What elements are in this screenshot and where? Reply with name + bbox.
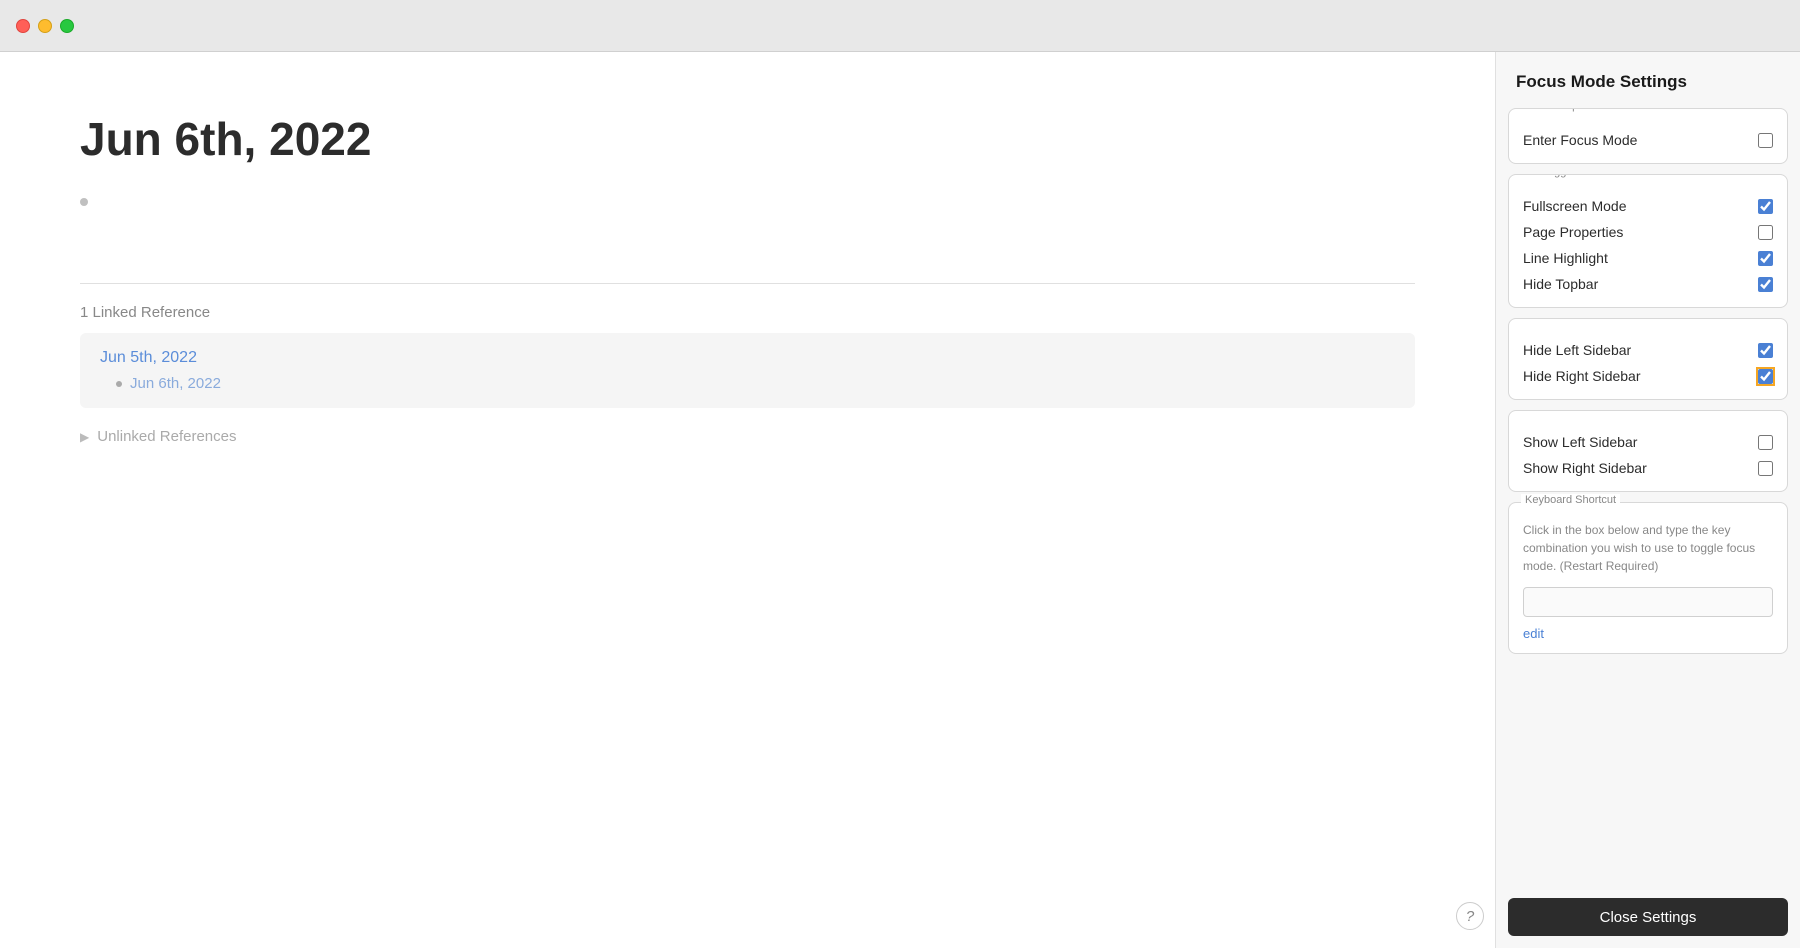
panel-scroll: On Startup Enter Focus Mode On Toggle Fu… <box>1496 108 1800 888</box>
hide-left-sidebar-row: Hide Left Sidebar <box>1523 337 1773 363</box>
titlebar <box>0 0 1800 52</box>
linked-ref-sub-bullet <box>116 381 122 387</box>
on-focus-label: On Focus <box>1521 318 1577 322</box>
hide-right-sidebar-label: Hide Right Sidebar <box>1523 368 1641 384</box>
hide-left-sidebar-label: Hide Left Sidebar <box>1523 342 1631 358</box>
show-right-sidebar-row: Show Right Sidebar <box>1523 455 1773 481</box>
show-right-sidebar-label: Show Right Sidebar <box>1523 460 1647 476</box>
enter-focus-mode-label: Enter Focus Mode <box>1523 132 1637 148</box>
on-toggle-content: Fullscreen Mode Page Properties Line Hig… <box>1509 175 1787 307</box>
fullscreen-mode-checkbox[interactable] <box>1758 199 1773 214</box>
unlinked-references-label: Unlinked References <box>97 428 236 445</box>
linked-references-header: 1 Linked Reference <box>80 283 1415 321</box>
page-properties-label: Page Properties <box>1523 224 1623 240</box>
enter-focus-mode-checkbox[interactable] <box>1758 133 1773 148</box>
show-right-sidebar-checkbox[interactable] <box>1758 461 1773 476</box>
keyboard-shortcut-label: Keyboard Shortcut <box>1521 494 1620 506</box>
help-button[interactable]: ? <box>1456 902 1484 930</box>
on-startup-content: Enter Focus Mode <box>1509 109 1787 163</box>
hide-topbar-row: Hide Topbar <box>1523 271 1773 297</box>
close-window-button[interactable] <box>16 19 30 33</box>
on-toggle-label: On Toggle <box>1521 174 1579 178</box>
on-unfocus-group: On Unfocus Show Left Sidebar Show Right … <box>1508 410 1788 492</box>
keyboard-description: Click in the box below and type the key … <box>1523 521 1773 575</box>
keyboard-content: Click in the box below and type the key … <box>1509 503 1787 653</box>
right-panel: Focus Mode Settings On Startup Enter Foc… <box>1495 52 1800 948</box>
minimize-window-button[interactable] <box>38 19 52 33</box>
show-left-sidebar-label: Show Left Sidebar <box>1523 434 1637 450</box>
on-focus-content: Hide Left Sidebar Hide Right Sidebar <box>1509 319 1787 399</box>
keyboard-shortcut-group: Keyboard Shortcut Click in the box below… <box>1508 502 1788 654</box>
unlinked-references-header[interactable]: ▶ Unlinked References <box>80 428 1415 445</box>
chevron-right-icon: ▶ <box>80 430 89 444</box>
references-section: 1 Linked Reference Jun 5th, 2022 Jun 6th… <box>80 283 1415 445</box>
page-properties-row: Page Properties <box>1523 219 1773 245</box>
traffic-lights <box>16 19 74 33</box>
page-properties-checkbox[interactable] <box>1758 225 1773 240</box>
on-unfocus-content: Show Left Sidebar Show Right Sidebar <box>1509 411 1787 491</box>
show-left-sidebar-checkbox[interactable] <box>1758 435 1773 450</box>
linked-ref-title[interactable]: Jun 5th, 2022 <box>100 349 1395 367</box>
line-highlight-checkbox[interactable] <box>1758 251 1773 266</box>
app-body: Jun 6th, 2022 1 Linked Reference Jun 5th… <box>0 52 1800 948</box>
on-unfocus-label: On Unfocus <box>1521 410 1587 414</box>
hide-left-sidebar-checkbox[interactable] <box>1758 343 1773 358</box>
fullscreen-mode-label: Fullscreen Mode <box>1523 198 1627 214</box>
bullet-point <box>80 198 88 206</box>
enter-focus-mode-row: Enter Focus Mode <box>1523 127 1773 153</box>
keyboard-edit-link[interactable]: edit <box>1523 626 1544 641</box>
panel-title: Focus Mode Settings <box>1496 52 1800 108</box>
line-highlight-label: Line Highlight <box>1523 250 1608 266</box>
close-settings-button[interactable]: Close Settings <box>1508 898 1788 936</box>
maximize-window-button[interactable] <box>60 19 74 33</box>
fullscreen-mode-row: Fullscreen Mode <box>1523 193 1773 219</box>
linked-ref-sub: Jun 6th, 2022 <box>100 375 1395 392</box>
linked-ref-sub-text: Jun 6th, 2022 <box>130 375 221 392</box>
line-highlight-row: Line Highlight <box>1523 245 1773 271</box>
on-startup-group: On Startup Enter Focus Mode <box>1508 108 1788 164</box>
linked-reference-item: Jun 5th, 2022 Jun 6th, 2022 <box>80 333 1415 408</box>
on-toggle-group: On Toggle Fullscreen Mode Page Propertie… <box>1508 174 1788 308</box>
page-title: Jun 6th, 2022 <box>80 112 1415 166</box>
hide-topbar-label: Hide Topbar <box>1523 276 1598 292</box>
keyboard-shortcut-input[interactable] <box>1523 587 1773 617</box>
hide-topbar-checkbox[interactable] <box>1758 277 1773 292</box>
hide-right-sidebar-checkbox[interactable] <box>1758 369 1773 384</box>
on-focus-group: On Focus Hide Left Sidebar Hide Right Si… <box>1508 318 1788 400</box>
main-content: Jun 6th, 2022 1 Linked Reference Jun 5th… <box>0 52 1495 948</box>
show-left-sidebar-row: Show Left Sidebar <box>1523 429 1773 455</box>
on-startup-label: On Startup <box>1521 108 1582 112</box>
hide-right-sidebar-row: Hide Right Sidebar <box>1523 363 1773 389</box>
